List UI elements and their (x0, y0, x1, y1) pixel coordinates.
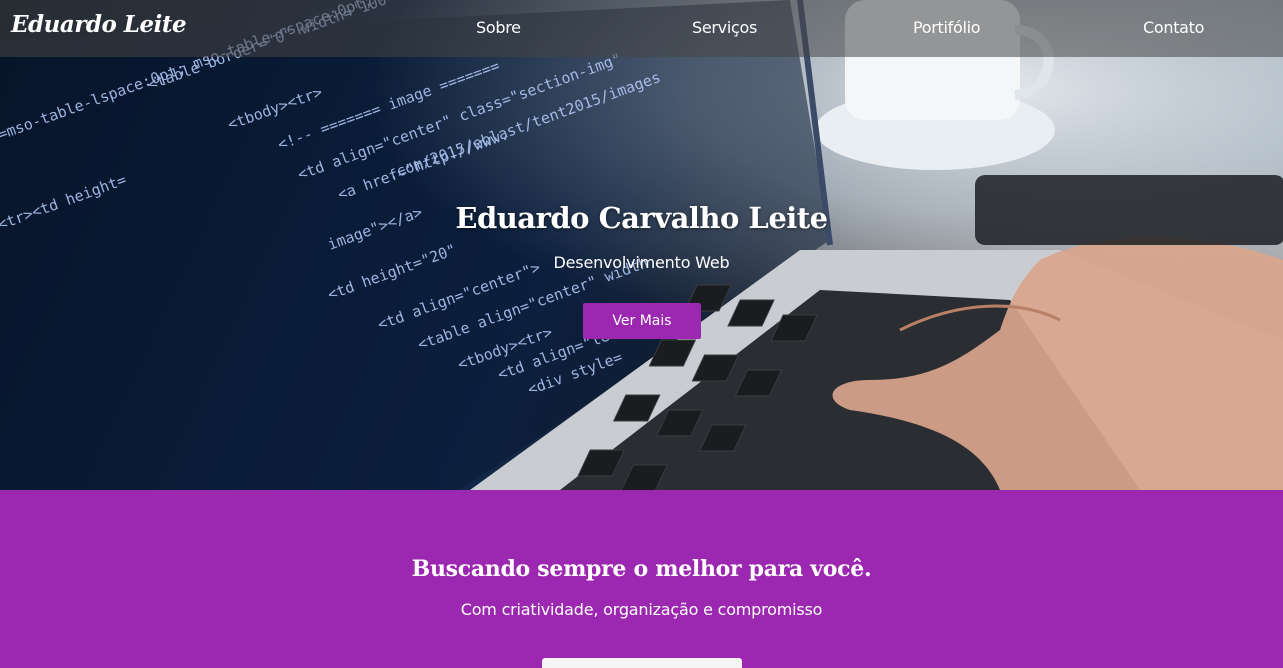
nav-link-contato[interactable]: Contato (1143, 18, 1204, 37)
hero-subtitle: Desenvolvimento Web (553, 253, 730, 272)
brand-logo[interactable]: Eduardo Leite (11, 11, 187, 38)
hero-banner: <table border="0" width="100" bgcolor <t… (0, 0, 1283, 490)
section-title: Buscando sempre o melhor para você. (411, 556, 872, 582)
nav-link-portifolio[interactable]: Portifólio (913, 18, 981, 37)
section-card-top (542, 658, 742, 668)
tagline-section: Buscando sempre o melhor para você. Com … (0, 490, 1283, 668)
top-navbar: Eduardo Leite Sobre Serviços Portifólio … (0, 0, 1283, 57)
hero-background-image: <table border="0" width="100" bgcolor <t… (0, 0, 1283, 490)
ver-mais-button[interactable]: Ver Mais (583, 303, 701, 339)
nav-link-servicos[interactable]: Serviços (692, 18, 757, 37)
hero-title: Eduardo Carvalho Leite (455, 201, 828, 235)
nav-link-sobre[interactable]: Sobre (476, 18, 521, 37)
section-subtitle: Com criatividade, organização e compromi… (460, 600, 823, 619)
